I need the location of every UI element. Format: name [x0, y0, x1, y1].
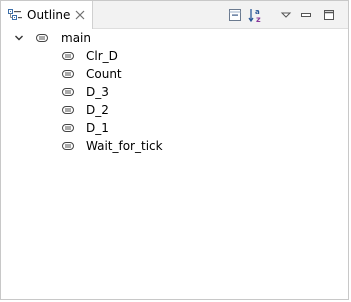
outline-icon — [8, 9, 22, 20]
maximize-icon[interactable] — [321, 7, 337, 23]
view-titlebar: Outline a z — [1, 1, 348, 29]
function-icon — [36, 34, 48, 42]
tree-item-label: Clr_D — [86, 49, 118, 63]
tree-item-label: main — [61, 31, 91, 45]
close-icon[interactable] — [74, 9, 86, 21]
tree-item-clr-d[interactable]: Clr_D — [1, 47, 348, 65]
tree-item-d1[interactable]: D_1 — [1, 119, 348, 137]
tree-item-label: D_1 — [86, 121, 109, 135]
tree-item-d3[interactable]: D_3 — [1, 83, 348, 101]
sort-az-icon[interactable]: a z — [248, 7, 264, 23]
label-icon — [62, 52, 74, 60]
label-icon — [62, 70, 74, 78]
label-icon — [62, 88, 74, 96]
tree-item-count[interactable]: Count — [1, 65, 348, 83]
outline-view: Outline a z main Clr_D Count D_3 D_2 D_1… — [0, 0, 349, 300]
tree-item-d2[interactable]: D_2 — [1, 101, 348, 119]
label-icon — [62, 142, 74, 150]
chevron-down-icon[interactable] — [14, 33, 24, 43]
tree-item-label: D_2 — [86, 103, 109, 117]
tab-label: Outline — [27, 8, 71, 22]
collapse-all-icon[interactable] — [227, 7, 243, 23]
label-icon — [62, 106, 74, 114]
tree-item-wait-for-tick[interactable]: Wait_for_tick — [1, 137, 348, 155]
outline-tree: main Clr_D Count D_3 D_2 D_1 Wait_for_ti… — [1, 29, 348, 155]
tree-item-main[interactable]: main — [1, 29, 348, 47]
view-menu-icon[interactable] — [278, 7, 294, 23]
label-icon — [62, 124, 74, 132]
svg-text:z: z — [256, 15, 261, 23]
tab-outline[interactable]: Outline — [1, 1, 93, 29]
minimize-icon[interactable] — [298, 7, 314, 23]
tree-item-label: Wait_for_tick — [86, 139, 163, 153]
tree-item-label: Count — [86, 67, 122, 81]
tree-item-label: D_3 — [86, 85, 109, 99]
